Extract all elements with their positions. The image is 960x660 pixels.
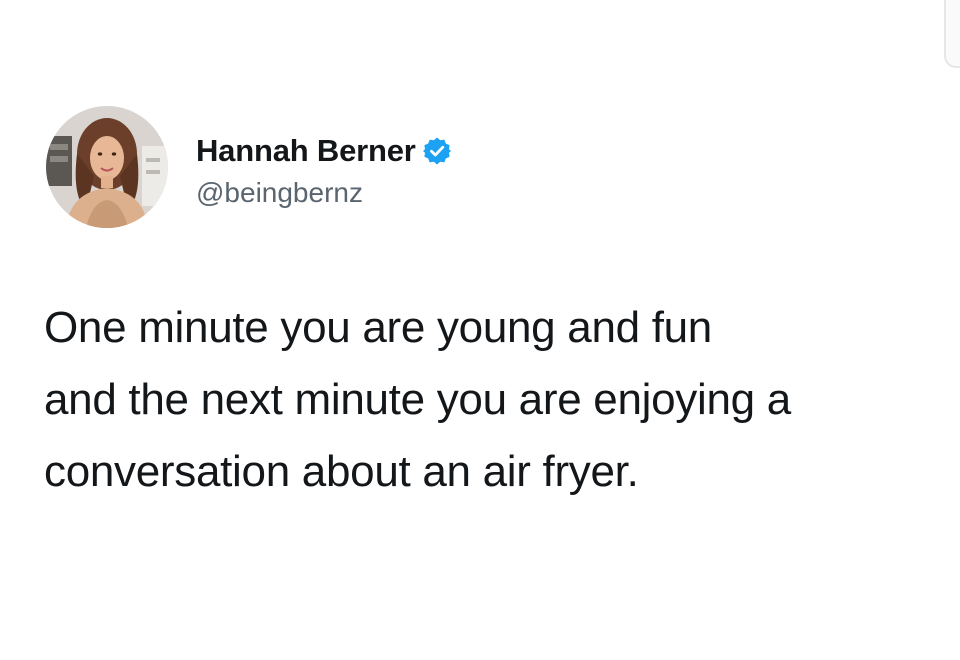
tweet-text-line: conversation about an air fryer. bbox=[44, 447, 639, 496]
tweet-text: One minute you are young and fun and the… bbox=[44, 292, 934, 508]
tweet-text-line: and the next minute you are enjoying a bbox=[44, 375, 791, 424]
name-row: Hannah Berner bbox=[196, 129, 452, 173]
tweet-header: Hannah Berner @beingbernz bbox=[46, 106, 452, 228]
author-display-name[interactable]: Hannah Berner bbox=[196, 133, 416, 169]
tweet-text-line: One minute you are young and fun bbox=[44, 303, 712, 352]
author-identity: Hannah Berner @beingbernz bbox=[196, 129, 452, 209]
profile-photo-icon bbox=[46, 106, 168, 228]
tweet-screenshot: Hannah Berner @beingbernz One minute you… bbox=[0, 0, 960, 660]
window-edge bbox=[944, 0, 960, 68]
avatar[interactable] bbox=[46, 106, 168, 228]
verified-badge-icon bbox=[422, 136, 452, 166]
author-handle[interactable]: @beingbernz bbox=[196, 177, 452, 209]
